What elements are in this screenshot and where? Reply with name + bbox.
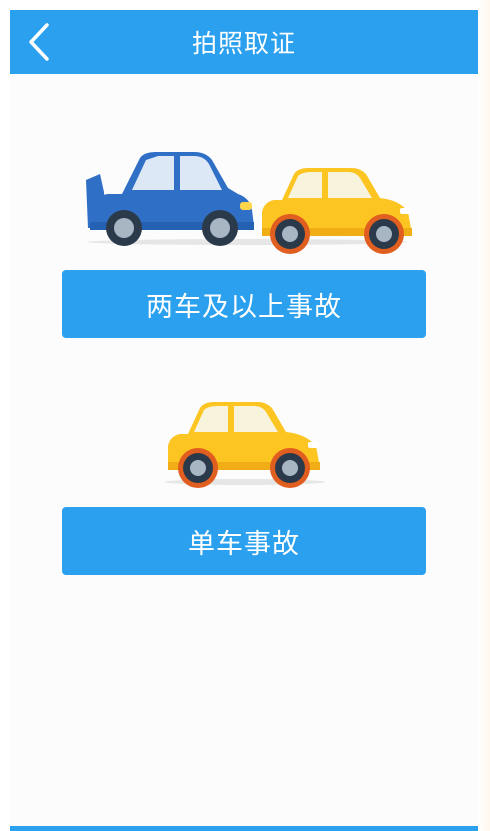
page-title: 拍照取证 <box>191 29 296 58</box>
top-bar: 拍照取证 <box>10 10 478 74</box>
single-car-illustration <box>165 402 325 488</box>
app-screen: 拍照取证 两车及以上事故 单车事故 <box>10 10 478 831</box>
single-vehicle-accident-button[interactable]: 单车事故 <box>62 507 426 575</box>
two-cars-collision-illustration <box>86 152 412 254</box>
multi-vehicle-accident-button[interactable]: 两车及以上事故 <box>62 270 426 338</box>
right-edge-strip <box>478 0 490 831</box>
yellow-car-icon <box>168 402 320 488</box>
blue-car-icon <box>86 152 254 246</box>
bottom-bar <box>10 826 478 831</box>
